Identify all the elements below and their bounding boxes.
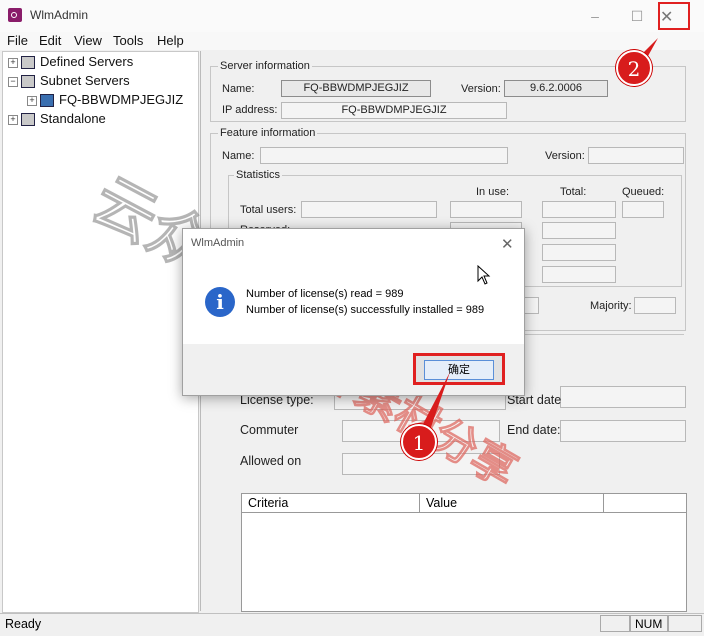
stat-field — [542, 266, 616, 283]
collapse-icon[interactable]: − — [8, 77, 18, 87]
mouse-cursor-icon — [477, 265, 491, 285]
end-date-field — [560, 420, 686, 442]
num-lock-indicator: NUM — [630, 615, 668, 632]
feature-version-label: Version: — [545, 150, 585, 162]
menu-file[interactable]: File — [7, 33, 28, 48]
dialog-title: WlmAdmin — [191, 237, 245, 249]
column-header-value[interactable]: Value — [420, 494, 604, 513]
status-bar — [0, 613, 704, 636]
message-dialog: WlmAdmin ✕ i Number of license(s) read =… — [182, 228, 525, 396]
feature-name-label: Name: — [222, 150, 255, 162]
total-users-label: Total users: — [240, 204, 297, 216]
close-button[interactable]: ✕ — [658, 2, 690, 30]
feature-info-title: Feature information — [218, 127, 318, 139]
queued-label: Queued: — [622, 186, 665, 198]
feature-version-field — [588, 147, 684, 164]
server-version-label: Version: — [461, 83, 501, 95]
ip-address-label: IP address: — [222, 104, 278, 116]
menu-bar — [0, 32, 704, 50]
menu-tools[interactable]: Tools — [113, 33, 143, 48]
computer-icon — [40, 94, 54, 107]
server-info-title: Server information — [218, 60, 312, 72]
server-group-icon — [21, 75, 35, 88]
tree-item-server-node[interactable]: FQ-BBWDMPJEGJIZ — [59, 92, 183, 107]
server-name-label: Name: — [222, 83, 255, 95]
dialog-message-line2: Number of license(s) successfully instal… — [246, 304, 485, 316]
info-icon: i — [205, 287, 235, 317]
status-panel — [668, 615, 702, 632]
total-label: Total: — [560, 186, 587, 198]
tree-item-standalone[interactable]: Standalone — [40, 111, 106, 126]
step-2-callout: 2 — [616, 50, 652, 86]
queued-users-field — [622, 201, 664, 218]
majority-field — [634, 297, 676, 314]
tree-item-defined-servers[interactable]: Defined Servers — [40, 54, 133, 69]
ip-address-field: FQ-BBWDMPJEGJIZ — [281, 102, 507, 119]
majority-label: Majority: — [590, 300, 632, 312]
stat-field — [523, 297, 539, 314]
expand-icon[interactable]: + — [8, 58, 18, 68]
server-group-icon — [21, 56, 35, 69]
in-use-users-field — [450, 201, 522, 218]
window-title: WlmAdmin — [30, 8, 89, 22]
stat-field — [542, 244, 616, 261]
status-text: Ready — [5, 617, 42, 631]
criteria-table[interactable]: Criteria Value — [241, 493, 687, 612]
total-users-count-field — [542, 201, 616, 218]
status-panel — [600, 615, 630, 632]
expand-icon[interactable]: + — [8, 115, 18, 125]
dialog-message-line1: Number of license(s) read = 989 — [246, 288, 404, 300]
expand-icon[interactable]: + — [27, 96, 37, 106]
start-date-field-top — [560, 386, 686, 408]
menu-view[interactable]: View — [74, 33, 102, 48]
column-header-empty — [604, 494, 686, 513]
allowed-on-label: Allowed on — [240, 454, 302, 468]
minimize-button[interactable]: – — [572, 0, 618, 32]
tree-item-subnet-servers[interactable]: Subnet Servers — [40, 73, 130, 88]
step-1-callout: 1 — [401, 424, 437, 460]
total-users-field — [301, 201, 437, 218]
total-reserved-field — [542, 222, 616, 239]
server-version-field: 9.6.2.0006 — [504, 80, 608, 97]
maximize-button[interactable]: ☐ — [614, 0, 660, 32]
server-tree[interactable]: + Defined Servers − Subnet Servers + FQ-… — [2, 51, 199, 613]
in-use-label: In use: — [476, 186, 510, 198]
column-header-criteria[interactable]: Criteria — [242, 494, 420, 513]
feature-name-field — [260, 147, 508, 164]
statistics-title: Statistics — [234, 169, 283, 181]
server-name-field: FQ-BBWDMPJEGJIZ — [281, 80, 431, 97]
server-group-icon — [21, 113, 35, 126]
app-icon — [8, 8, 22, 22]
dialog-close-button[interactable]: ✕ — [501, 235, 514, 253]
commuter-label: Commuter — [240, 423, 299, 437]
menu-edit[interactable]: Edit — [39, 33, 61, 48]
menu-help[interactable]: Help — [157, 33, 184, 48]
